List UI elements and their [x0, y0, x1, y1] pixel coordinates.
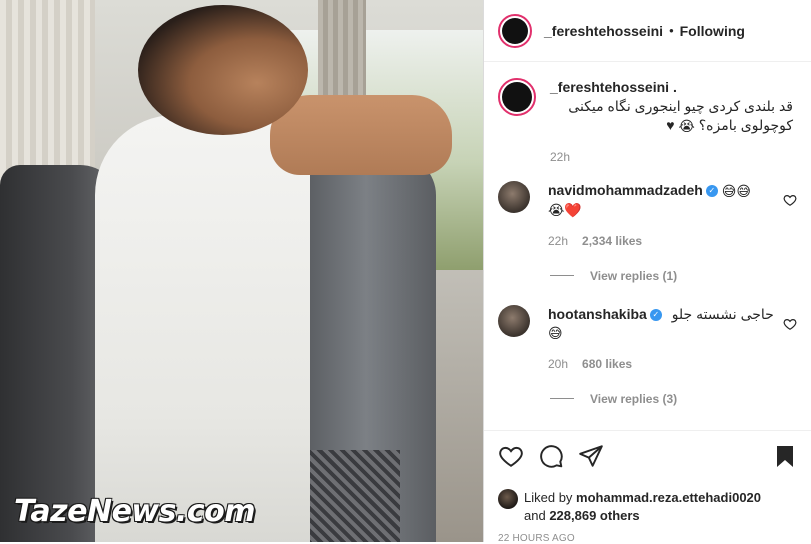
- comments-section: _fereshtehosseini . قد بلندی کردی چیو ای…: [484, 62, 811, 406]
- separator-dot: •: [669, 23, 674, 38]
- view-replies-link[interactable]: View replies (3): [550, 392, 797, 406]
- comment-time[interactable]: 20h: [548, 355, 568, 374]
- comment-emojis: 😅😅: [721, 182, 751, 199]
- replies-divider: [550, 275, 574, 277]
- view-replies-link[interactable]: View replies (1): [550, 269, 797, 283]
- caption-text-line2-wrap: کوچولوی بامزه؟ 😭 ♥: [550, 116, 797, 136]
- caption-row: _fereshtehosseini . قد بلندی کردی چیو ای…: [498, 78, 797, 167]
- comment-likes[interactable]: 2,334 likes: [582, 232, 642, 251]
- person-arm: [270, 95, 452, 175]
- heart-icon: ♥: [666, 117, 675, 133]
- comment-bubble-icon[interactable]: [538, 443, 564, 469]
- post-timestamp[interactable]: 22 HOURS AGO: [498, 533, 797, 544]
- caption-time[interactable]: 22h: [550, 148, 570, 167]
- comment-row: navidmohammadzadeh ✓ 😅😅 😭❤️ 22h 2,334 lik…: [498, 180, 797, 251]
- like-heart-icon[interactable]: [498, 443, 524, 469]
- post-header: _fereshtehosseini • Following: [484, 0, 811, 62]
- view-replies-label[interactable]: View replies (3): [590, 392, 677, 406]
- view-replies-label[interactable]: View replies (1): [590, 269, 677, 283]
- post-sidebar: _fereshtehosseini • Following _fereshteh…: [483, 0, 811, 544]
- like-comment-heart-icon[interactable]: [783, 317, 797, 331]
- liker-avatar[interactable]: [498, 489, 518, 509]
- replies-divider: [550, 398, 574, 400]
- commenter-username[interactable]: hootanshakiba: [548, 306, 647, 322]
- comment-row: hootanshakiba ✓ حاجی نشسته جلو 😅 20h 680 …: [498, 304, 797, 374]
- person-shirt: [95, 115, 310, 542]
- caption-username[interactable]: _fereshtehosseini .: [550, 79, 677, 95]
- caption-avatar[interactable]: [498, 78, 536, 116]
- comment-emojis-line2: 😅: [548, 324, 563, 341]
- save-bookmark-icon[interactable]: [773, 443, 797, 469]
- liked-by-username[interactable]: mohammad.reza.ettehadi0020: [576, 490, 761, 505]
- watermark-text: TazeNews.com: [14, 494, 256, 529]
- share-paper-plane-icon[interactable]: [578, 443, 604, 469]
- like-comment-heart-icon[interactable]: [783, 193, 797, 207]
- likes-count[interactable]: 228,869 others: [549, 508, 639, 523]
- liked-by-and: and: [524, 508, 546, 523]
- author-avatar[interactable]: [498, 13, 532, 48]
- crying-emoji-icon: 😭: [678, 117, 695, 134]
- post-photo[interactable]: TazeNews.com: [0, 0, 483, 542]
- commenter-username[interactable]: navidmohammadzadeh: [548, 182, 703, 198]
- comment-emojis-line2: 😭❤️: [548, 201, 582, 218]
- commenter-avatar[interactable]: [498, 304, 530, 337]
- following-button[interactable]: Following: [680, 23, 745, 39]
- verified-badge-icon: ✓: [705, 185, 718, 198]
- comment-likes[interactable]: 680 likes: [582, 355, 632, 374]
- post-actions: Liked by mohammad.reza.ettehadi0020 and …: [484, 430, 811, 544]
- caption-text-line1: قد بلندی کردی چیو اینجوری نگاه میکنی: [568, 98, 793, 114]
- person-head: [138, 5, 308, 135]
- comment-text: حاجی نشسته جلو: [671, 305, 774, 322]
- comment-time[interactable]: 22h: [548, 232, 568, 251]
- commenter-avatar[interactable]: [498, 180, 530, 213]
- liked-by-prefix: Liked by: [524, 490, 573, 505]
- verified-badge-icon: ✓: [649, 308, 662, 321]
- author-username[interactable]: _fereshtehosseini: [544, 23, 663, 39]
- caption-text-line2: کوچولوی بامزه؟: [698, 117, 793, 133]
- liked-by-row: Liked by mohammad.reza.ettehadi0020 and …: [498, 489, 797, 525]
